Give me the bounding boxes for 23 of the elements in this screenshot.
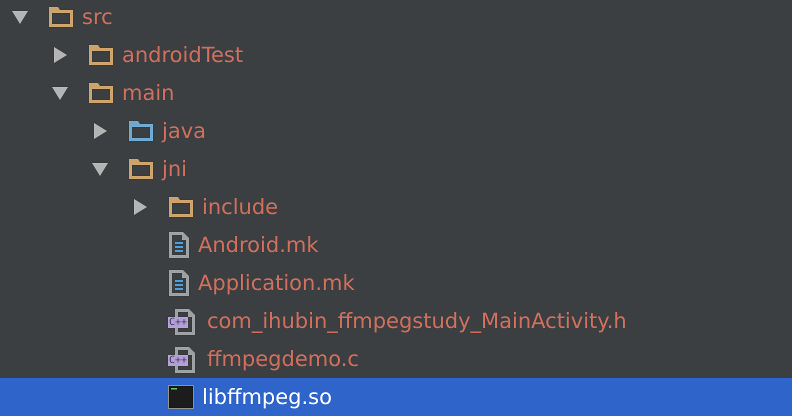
terminal-icon bbox=[168, 385, 194, 409]
document-icon bbox=[168, 231, 190, 259]
folder-icon bbox=[128, 158, 154, 180]
folder-icon bbox=[88, 82, 114, 104]
tree-item[interactable]: include bbox=[0, 188, 792, 226]
tree-item[interactable]: jni bbox=[0, 150, 792, 188]
tree-item[interactable]: main bbox=[0, 74, 792, 112]
folder-icon bbox=[128, 120, 154, 142]
tree-item[interactable]: java bbox=[0, 112, 792, 150]
collapse-arrow-icon[interactable] bbox=[50, 85, 70, 101]
tree-item[interactable]: Application.mk bbox=[0, 264, 792, 302]
folder-icon bbox=[88, 44, 114, 66]
tree-item[interactable]: src bbox=[0, 0, 792, 36]
tree-item[interactable]: C++ com_ihubin_ffmpegstudy_MainActivity.h bbox=[0, 302, 792, 340]
tree-item[interactable]: androidTest bbox=[0, 36, 792, 74]
collapse-arrow-icon[interactable] bbox=[90, 161, 110, 177]
collapse-arrow-icon[interactable] bbox=[10, 9, 30, 25]
document-icon bbox=[168, 269, 190, 297]
tree-item[interactable]: C++ ffmpegdemo.c bbox=[0, 340, 792, 378]
folder-icon bbox=[168, 196, 194, 218]
folder-icon bbox=[48, 6, 74, 28]
tree-item[interactable]: libffmpeg.so bbox=[0, 378, 792, 416]
tree-item[interactable]: Android.mk bbox=[0, 226, 792, 264]
